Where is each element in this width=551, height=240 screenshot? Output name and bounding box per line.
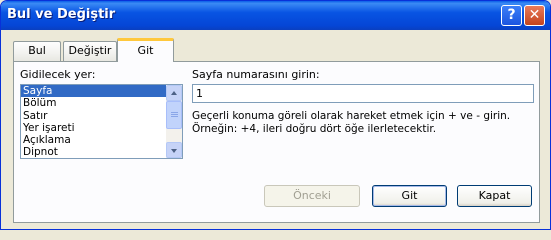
tab-goto[interactable]: Git [117,38,174,62]
title-bar[interactable]: Bul ve Değiştir ? ✕ [1,1,550,30]
scroll-up-button[interactable] [166,85,182,101]
list-item[interactable]: Yer işareti [21,122,166,134]
list-item[interactable]: Satır [21,110,166,122]
goto-panel: Gidilecek yer: Sayfa Bölüm Satır Yer işa… [13,61,540,223]
goto-what-list[interactable]: Sayfa Bölüm Satır Yer işareti Açıklama D… [20,84,183,159]
tab-replace[interactable]: Değiştir [63,41,117,61]
list-item[interactable]: Sayfa [21,85,166,98]
close-button[interactable]: Kapat [457,185,532,207]
previous-button[interactable]: Önceki [264,185,360,207]
list-scrollbar[interactable] [166,85,182,158]
list-item[interactable]: Açıklama [21,134,166,146]
goto-what-label: Gidilecek yer: [20,68,96,81]
arrow-down-icon [171,149,177,153]
help-button[interactable]: ? [501,5,522,26]
close-window-button[interactable]: ✕ [524,5,545,26]
list-item[interactable]: Dipnot [21,146,166,158]
grip-line [171,114,178,115]
tab-find[interactable]: Bul [13,41,61,61]
dialog-body: Bul Değiştir Git Gidilecek yer: Sayfa Bö… [3,30,548,227]
find-replace-dialog: Bul ve Değiştir ? ✕ Bul Değiştir Git Gid… [0,0,551,230]
scroll-down-button[interactable] [166,142,182,158]
goto-button[interactable]: Git [372,185,447,207]
arrow-up-icon [171,91,177,95]
window-title: Bul ve Değiştir [7,7,116,22]
scroll-thumb[interactable] [166,101,182,129]
goto-help-text: Geçerli konuma göreli olarak hareket etm… [192,110,511,135]
grip-line [171,116,178,117]
page-number-label: Sayfa numarasını girin: [192,68,320,81]
list-item[interactable]: Bölüm [21,97,166,109]
grip-line [171,112,178,113]
page-number-input[interactable] [192,84,534,103]
